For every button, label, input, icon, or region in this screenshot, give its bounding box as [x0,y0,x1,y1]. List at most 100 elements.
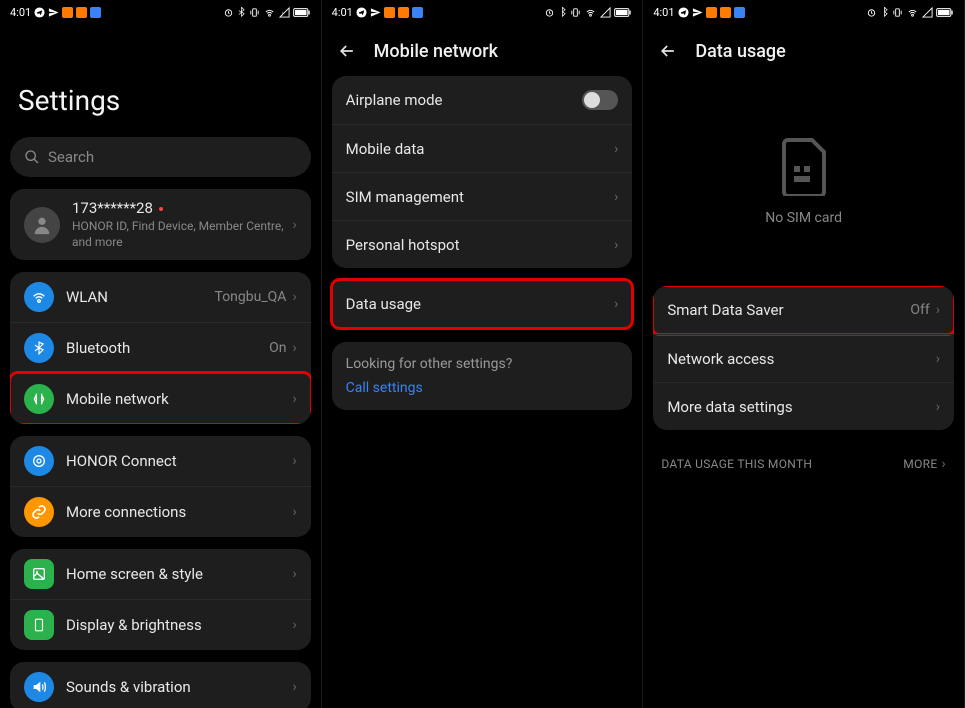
row-label: More data settings [667,398,935,416]
chevron-right-icon: › [292,340,296,356]
no-sim-placeholder: No SIM card [643,76,964,266]
more-link[interactable]: MORE › [903,456,946,472]
honor-connect-row[interactable]: HONOR Connect › [10,436,311,486]
home-icon [24,559,54,589]
network-access-row[interactable]: Network access › [653,334,954,382]
mobile-network-panel: 4:01 Mobile network Airplane mode Mobil [322,0,644,708]
vibrate-icon [892,7,903,18]
battery-icon [614,7,632,18]
row-label: Display & brightness [66,616,292,634]
airplane-mode-row[interactable]: Airplane mode [332,76,633,124]
search-icon [24,149,40,165]
row-label: Home screen & style [66,565,292,583]
sim-management-row[interactable]: SIM management › [332,172,633,220]
mobile-network-row[interactable]: Mobile network › [10,373,311,424]
hint-text: Looking for other settings? [346,356,619,372]
avatar [24,207,60,243]
bluetooth-row[interactable]: Bluetooth On › [10,322,311,373]
send-icon [370,7,381,18]
home-screen-row[interactable]: Home screen & style › [10,549,311,599]
connect-group: HONOR Connect › More connections › [10,436,311,537]
data-usage-group: Smart Data Saver Off › Network access › … [653,286,954,430]
row-label: Sounds & vibration [66,678,292,696]
page-title: Mobile network [374,41,498,62]
status-app-icon-1 [706,7,717,18]
back-button[interactable] [336,40,358,62]
vibrate-icon [570,7,581,18]
wlan-row[interactable]: WLAN Tongbu_QA › [10,272,311,322]
mobile-data-row[interactable]: Mobile data › [332,124,633,172]
row-label: Mobile network [66,390,292,408]
row-value: On [269,340,286,356]
data-usage-row[interactable]: Data usage › [332,280,633,328]
wifi-status-icon [906,7,919,18]
row-value: Off [910,302,929,318]
signal-icon [600,7,611,18]
chevron-right-icon: › [936,399,940,415]
data-usage-card: Data usage › [332,280,633,328]
send-icon [692,7,703,18]
status-app-icon-3 [734,7,745,18]
bluetooth-icon [24,333,54,363]
row-label: Smart Data Saver [667,301,910,319]
chevron-right-icon: › [292,679,296,695]
chevron-right-icon: › [292,617,296,633]
status-bar: 4:01 ! [0,0,321,24]
chevron-right-icon: › [614,237,618,253]
smart-data-saver-row[interactable]: Smart Data Saver Off › [653,286,954,334]
status-time: 4:01 [10,6,31,19]
battery-icon [936,7,954,18]
row-label: SIM management [346,188,614,206]
account-id: 173******28 [72,199,292,217]
signal-icon [922,7,933,18]
send-icon [48,7,59,18]
sounds-group: Sounds & vibration › [10,662,311,708]
section-title: DATA USAGE THIS MONTH [661,457,812,471]
arrow-left-icon [337,41,357,61]
alarm-icon [866,7,877,18]
chevron-right-icon: › [941,456,946,472]
row-label: Airplane mode [346,91,583,109]
chevron-right-icon: › [292,391,296,407]
row-label: HONOR Connect [66,452,292,470]
status-app-icon-2 [398,7,409,18]
status-app-icon-2 [76,7,87,18]
back-button[interactable] [657,40,679,62]
row-label: Bluetooth [66,339,269,357]
telegram-icon [678,7,689,18]
sounds-row[interactable]: Sounds & vibration › [10,662,311,708]
link-icon [24,497,54,527]
chevron-right-icon: › [614,141,618,157]
battery-icon [293,7,311,18]
chevron-right-icon: › [936,351,940,367]
search-placeholder: Search [48,148,94,166]
mobile-network-group-1: Airplane mode Mobile data › SIM manageme… [332,76,633,268]
row-value: Tongbu_QA [215,289,287,305]
data-usage-panel: 4:01 Data usage No SIM card [643,0,965,708]
page-title: Data usage [695,41,785,62]
status-time: 4:01 [653,6,674,19]
display-icon [24,610,54,640]
month-usage-header: DATA USAGE THIS MONTH MORE › [643,442,964,486]
no-sim-text: No SIM card [765,210,842,226]
other-settings-hint: Looking for other settings? Call setting… [332,342,633,410]
more-connections-row[interactable]: More connections › [10,486,311,537]
arrow-left-icon [658,41,678,61]
personal-hotspot-row[interactable]: Personal hotspot › [332,220,633,268]
chevron-right-icon: › [292,289,296,305]
airplane-toggle[interactable] [582,90,618,110]
sound-icon [24,672,54,702]
connect-icon [24,446,54,476]
more-data-settings-row[interactable]: More data settings › [653,382,954,430]
wifi-status-icon [584,7,597,18]
account-card[interactable]: 173******28 HONOR ID, Find Device, Membe… [10,189,311,260]
row-label: WLAN [66,288,215,306]
call-settings-link[interactable]: Call settings [346,380,619,396]
page-title: Settings [0,24,321,137]
vibrate-icon [249,7,260,18]
row-label: Personal hotspot [346,236,614,254]
display-brightness-row[interactable]: Display & brightness › [10,599,311,650]
chevron-right-icon: › [292,566,296,582]
wifi-status-icon [263,7,276,18]
search-input[interactable]: Search [10,137,311,177]
